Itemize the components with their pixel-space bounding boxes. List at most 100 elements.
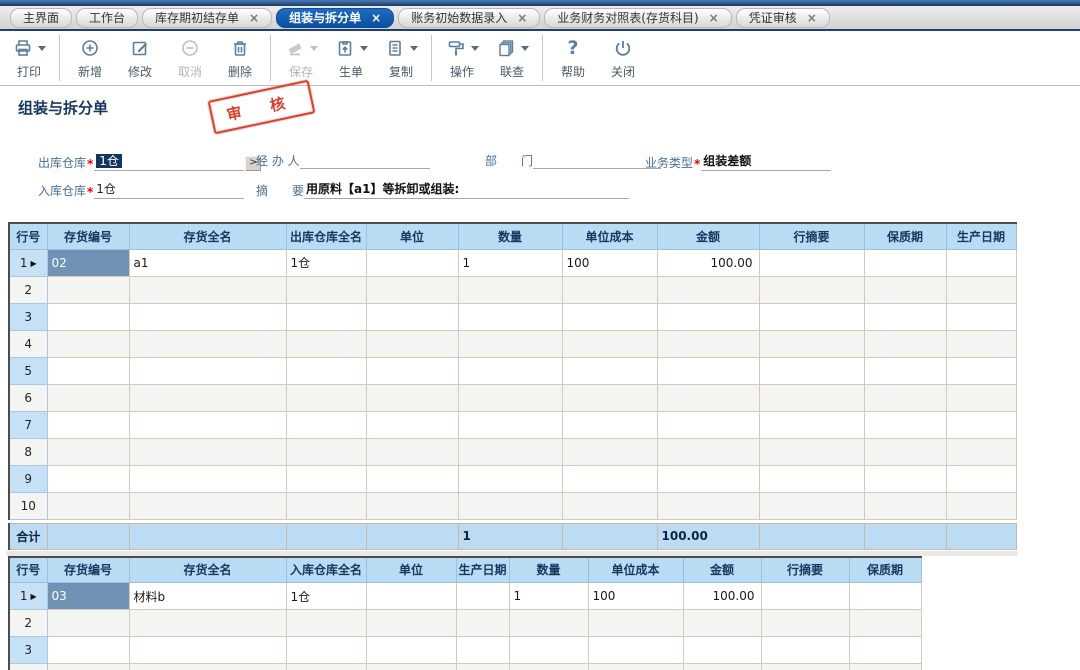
- cell[interactable]: [47, 492, 129, 519]
- add-button[interactable]: 新增: [65, 33, 115, 83]
- cell[interactable]: [657, 276, 759, 303]
- cell-warehouse[interactable]: 1仓: [286, 583, 366, 610]
- cell[interactable]: [129, 357, 286, 384]
- cell[interactable]: [759, 303, 864, 330]
- cell[interactable]: [458, 384, 562, 411]
- cell[interactable]: [47, 465, 129, 492]
- cell-unit[interactable]: [366, 583, 456, 610]
- cell[interactable]: [366, 664, 456, 670]
- row-number-cell[interactable]: 1▶: [9, 583, 47, 610]
- cell[interactable]: [458, 276, 562, 303]
- cell[interactable]: [761, 610, 849, 637]
- cell[interactable]: [864, 411, 946, 438]
- cell[interactable]: [761, 664, 849, 670]
- cell[interactable]: [286, 303, 366, 330]
- cell-qty[interactable]: 1: [458, 249, 562, 276]
- cell[interactable]: [657, 330, 759, 357]
- cell[interactable]: [759, 438, 864, 465]
- cell-unit-cost[interactable]: 100: [588, 583, 683, 610]
- delete-button[interactable]: 删除: [215, 33, 265, 83]
- cell[interactable]: [458, 357, 562, 384]
- in-warehouse-input[interactable]: 1仓: [94, 180, 244, 199]
- cell[interactable]: [683, 610, 761, 637]
- cell[interactable]: [562, 465, 657, 492]
- cell[interactable]: [47, 330, 129, 357]
- cell[interactable]: [366, 330, 458, 357]
- cell[interactable]: [366, 357, 458, 384]
- cell[interactable]: [562, 357, 657, 384]
- cell[interactable]: [129, 384, 286, 411]
- cell[interactable]: [946, 330, 1016, 357]
- cell[interactable]: [366, 610, 456, 637]
- cell-item-code[interactable]: 02: [47, 249, 129, 276]
- cell[interactable]: [946, 276, 1016, 303]
- close-icon[interactable]: ×: [371, 12, 381, 24]
- cell[interactable]: [286, 492, 366, 519]
- close-icon[interactable]: ×: [517, 12, 527, 24]
- cell[interactable]: [286, 637, 366, 664]
- tab-voucher-audit[interactable]: 凭证审核×: [736, 8, 830, 28]
- cell[interactable]: [47, 610, 129, 637]
- tab-assembly-split[interactable]: 组装与拆分单×: [276, 8, 394, 28]
- cell[interactable]: [47, 357, 129, 384]
- cell-unit[interactable]: [366, 249, 458, 276]
- cell[interactable]: [588, 664, 683, 670]
- tab-initial-finance-data[interactable]: 账务初始数据录入×: [398, 8, 540, 28]
- cell[interactable]: [47, 438, 129, 465]
- dropdown-caret-icon[interactable]: [410, 46, 418, 51]
- cell[interactable]: [657, 492, 759, 519]
- cell-shelf-life[interactable]: [864, 249, 946, 276]
- cell[interactable]: [47, 276, 129, 303]
- cell-item-name[interactable]: 材料b: [129, 583, 286, 610]
- close-button[interactable]: 关闭: [598, 33, 648, 83]
- cell-amount[interactable]: 100.00: [657, 249, 759, 276]
- cell[interactable]: [129, 465, 286, 492]
- cell[interactable]: [588, 637, 683, 664]
- dropdown-caret-icon[interactable]: [521, 46, 529, 51]
- cell[interactable]: [458, 438, 562, 465]
- cell[interactable]: [286, 664, 366, 670]
- cell[interactable]: [759, 276, 864, 303]
- cell[interactable]: [864, 438, 946, 465]
- cell[interactable]: [657, 411, 759, 438]
- cell[interactable]: [366, 411, 458, 438]
- cell[interactable]: [509, 610, 588, 637]
- cell[interactable]: [366, 384, 458, 411]
- cell[interactable]: [864, 276, 946, 303]
- cell[interactable]: [759, 357, 864, 384]
- cell[interactable]: [562, 384, 657, 411]
- cell[interactable]: [129, 303, 286, 330]
- cell[interactable]: [946, 303, 1016, 330]
- row-number-cell[interactable]: 5: [9, 357, 47, 384]
- cell[interactable]: [946, 465, 1016, 492]
- cell-amount[interactable]: 100.00: [683, 583, 761, 610]
- cell[interactable]: [946, 411, 1016, 438]
- cell[interactable]: [946, 357, 1016, 384]
- row-number-cell[interactable]: 3: [9, 303, 47, 330]
- biz-type-input[interactable]: 组装差额: [701, 152, 831, 171]
- cell[interactable]: [458, 492, 562, 519]
- cell[interactable]: [129, 637, 286, 664]
- modify-button[interactable]: 修改: [115, 33, 165, 83]
- close-icon[interactable]: ×: [249, 12, 259, 24]
- cell[interactable]: [366, 637, 456, 664]
- cell[interactable]: [864, 492, 946, 519]
- row-number-cell[interactable]: 2: [9, 610, 47, 637]
- dropdown-caret-icon[interactable]: [360, 46, 368, 51]
- cell[interactable]: [849, 637, 921, 664]
- cell[interactable]: [849, 664, 921, 670]
- row-number-cell[interactable]: 2: [9, 276, 47, 303]
- row-number-cell[interactable]: 10: [9, 492, 47, 519]
- cell[interactable]: [129, 330, 286, 357]
- cell-item-code[interactable]: 03: [47, 583, 129, 610]
- cell[interactable]: [562, 492, 657, 519]
- tab-main[interactable]: 主界面: [10, 8, 72, 28]
- dropdown-caret-icon[interactable]: [310, 46, 318, 51]
- cell[interactable]: [683, 664, 761, 670]
- row-number-cell[interactable]: 1▶: [9, 249, 47, 276]
- tab-opening-stock[interactable]: 库存期初结存单×: [142, 8, 272, 28]
- help-button[interactable]: ? 帮助: [548, 33, 598, 83]
- cell[interactable]: [458, 303, 562, 330]
- cell[interactable]: [864, 330, 946, 357]
- cell[interactable]: [129, 411, 286, 438]
